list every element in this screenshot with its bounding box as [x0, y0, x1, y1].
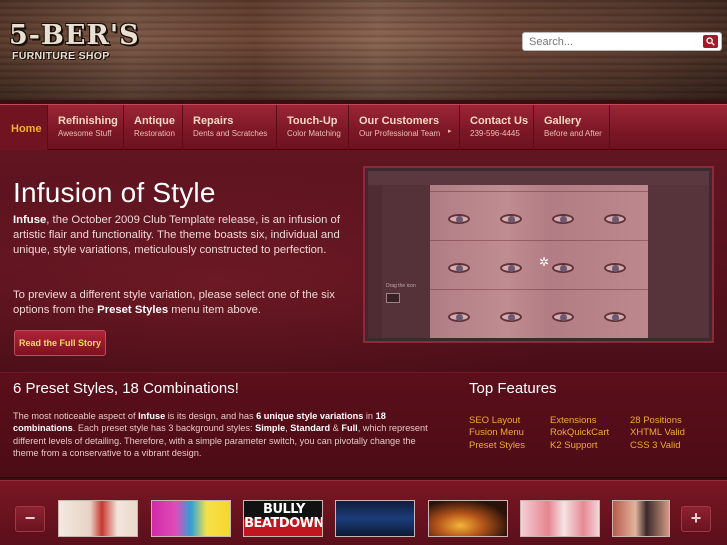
feature-link[interactable]: CSS 3 Valid: [630, 440, 681, 451]
nav-item-home[interactable]: Home: [0, 105, 48, 150]
nav-subtitle: Dents and Scratches: [193, 129, 268, 138]
feature-link[interactable]: Fusion Menu: [469, 427, 524, 438]
search-box: [522, 32, 722, 51]
nav-subtitle: 239-596-4445: [470, 129, 520, 138]
nav-item-touch-up[interactable]: Touch-Up Color Matching: [277, 105, 349, 150]
feature-link[interactable]: K2 Support: [550, 440, 598, 451]
site-logo[interactable]: 5-BER'S FURNITURE SHOP: [9, 22, 140, 62]
hero-image[interactable]: Drag the icon ✲: [363, 166, 714, 343]
section-text-part: . Each preset style has 3 background sty…: [72, 423, 256, 434]
section-text-part: &: [330, 423, 342, 434]
logo-main-text: 5-BER'S: [9, 20, 140, 51]
feature-link[interactable]: Extensions: [550, 415, 596, 426]
nav-subtitle: Awesome Stuff: [58, 129, 112, 138]
section-bold: Infuse: [138, 411, 166, 421]
nav-subtitle: Our Professional Team: [359, 129, 441, 138]
nav-title: Touch-Up: [287, 115, 338, 127]
carousel-thumbnail[interactable]: [58, 500, 138, 537]
search-icon: [706, 37, 715, 46]
nav-title: Refinishing: [58, 115, 118, 127]
section-text-part: The most noticeable aspect of: [13, 411, 139, 421]
section-text-part: in: [363, 411, 376, 421]
carousel-thumbnail[interactable]: [428, 500, 508, 537]
carousel-thumbnail[interactable]: BULLY BEATDOWN: [243, 500, 323, 537]
read-full-story-button[interactable]: Read the Full Story: [14, 330, 106, 356]
section-bold: Full: [341, 423, 358, 434]
nav-item-repairs[interactable]: Repairs Dents and Scratches: [183, 105, 277, 150]
thumbnail-caption: BULLY BEATDOWN: [244, 502, 323, 531]
nav-item-gallery[interactable]: Gallery Before and After: [534, 105, 610, 150]
nav-item-antique[interactable]: Antique Restoration: [124, 105, 183, 150]
nav-subtitle: Before and After: [544, 129, 602, 138]
hero-paragraph-2: To preview a different style variation, …: [13, 288, 358, 318]
section-bold: 6 unique style variations: [256, 411, 364, 421]
hero-title: Infusion of Style: [13, 177, 216, 208]
search-button[interactable]: [703, 35, 718, 48]
section-bold: Standard: [290, 423, 331, 434]
hero-p1-text: , the October 2009 Club Template release…: [13, 214, 340, 256]
nav-title: Repairs: [193, 115, 234, 127]
carousel-prev-button[interactable]: −: [15, 506, 45, 532]
hero-paragraph-1: Infuse, the October 2009 Club Template r…: [13, 213, 353, 258]
nav-item-our-customers[interactable]: Our Customers Our Professional Team: [349, 105, 460, 150]
nav-title: Gallery: [544, 115, 582, 127]
nav-title: Our Customers: [359, 115, 440, 127]
nav-title: Antique: [134, 115, 175, 127]
hero-p1-bold: Infuse: [13, 214, 47, 226]
nav-subtitle: Restoration: [134, 129, 175, 138]
top-features-title: Top Features: [469, 380, 557, 397]
editor-screenshot: Drag the icon ✲: [368, 171, 709, 338]
carousel-thumbnail[interactable]: [151, 500, 231, 537]
nav-title: Contact Us: [470, 115, 529, 127]
carousel-thumbnail[interactable]: [335, 500, 415, 537]
logo-sub-text: FURNITURE SHOP: [12, 50, 110, 62]
hero-p2-bold: Preset Styles: [97, 304, 169, 316]
loading-spinner-icon: ✲: [539, 255, 550, 269]
feature-link[interactable]: XHTML Valid: [630, 427, 685, 438]
search-input[interactable]: [529, 35, 699, 49]
carousel-thumbnail[interactable]: [612, 500, 670, 537]
section-text: The most noticeable aspect of Infuse is …: [13, 410, 443, 460]
nav-item-contact-us[interactable]: Contact Us 239-596-4445: [460, 105, 534, 150]
feature-link[interactable]: SEO Layout: [469, 415, 520, 426]
section-title: 6 Preset Styles, 18 Combinations!: [13, 380, 239, 397]
section-text-part: is its design, and has: [165, 411, 257, 421]
dropdown-arrow-icon: ▸: [448, 128, 452, 135]
feature-link[interactable]: Preset Styles: [469, 440, 525, 451]
main-nav: Home Refinishing Awesome Stuff Antique R…: [0, 104, 727, 150]
hero-p2-end: menu item above.: [168, 304, 262, 316]
carousel-next-button[interactable]: +: [681, 506, 711, 532]
carousel-thumbnail[interactable]: [520, 500, 600, 537]
feature-link[interactable]: 28 Positions: [630, 415, 682, 426]
feature-link[interactable]: RokQuickCart: [550, 427, 609, 438]
nav-title: Home: [11, 123, 42, 135]
section-bold: Simple: [255, 423, 286, 434]
nav-item-refinishing[interactable]: Refinishing Awesome Stuff: [48, 105, 124, 150]
nav-subtitle: Color Matching: [287, 129, 341, 138]
